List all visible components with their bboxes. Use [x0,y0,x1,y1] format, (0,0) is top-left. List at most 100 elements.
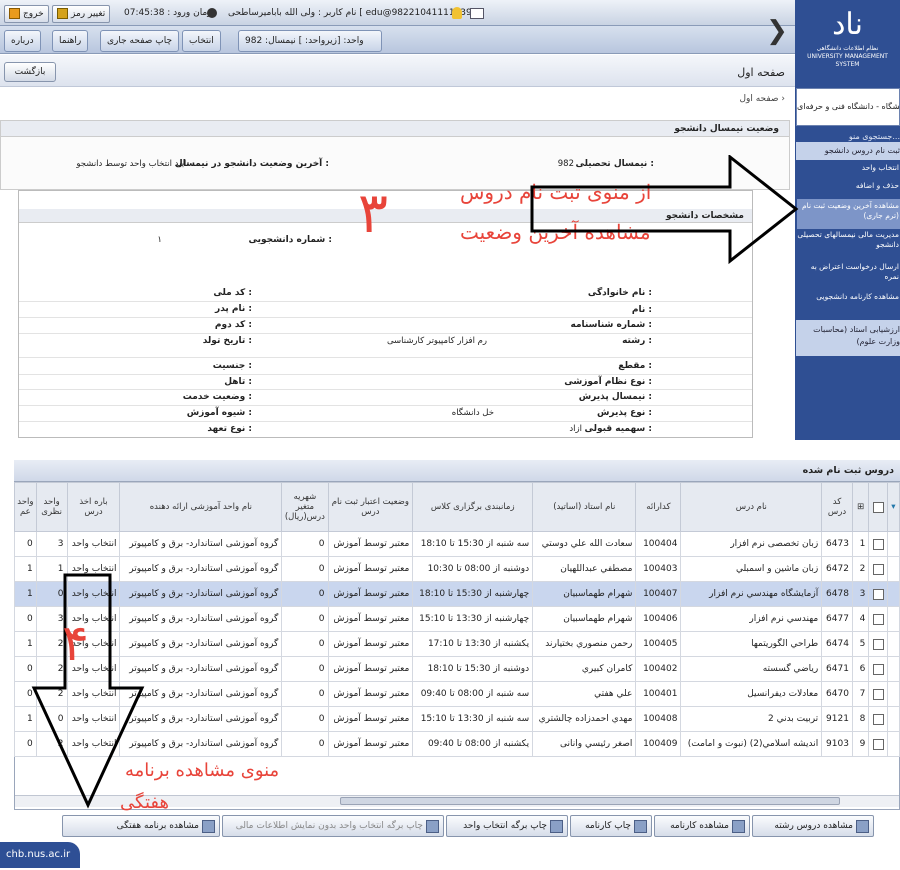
collapse-chevron-icon[interactable]: ❯ [766,16,788,46]
profile-left-label: جنسیت : [212,361,252,371]
row-checkbox [868,706,888,732]
sidebar-item-grade-appeal[interactable]: ارسال درخواست اعتراض به نمره [797,262,900,282]
header-take-type[interactable]: باره اخذ درس [66,482,121,532]
profile-right-label: نام خانوادگی : [587,288,652,298]
course-name: معادلات ديفرانسيل [680,681,823,707]
row-checkbox-icon[interactable] [872,588,884,600]
header-tuition[interactable]: شهریه متغیر درس(ریال) [281,482,329,532]
practical-units: 0 [14,531,37,557]
row-checkbox-icon[interactable] [872,563,884,575]
header-theory-units[interactable]: واحد نظری [35,482,68,532]
change-password-button[interactable]: تغییر رمز [52,5,111,23]
print-selection-button[interactable]: چاپ برگه انتخاب واحد [446,815,568,837]
tab-print-page[interactable]: چاپ صفحه جاری [100,30,180,52]
header-sort[interactable]: ▾ [886,482,900,532]
mail-icon[interactable] [470,8,484,19]
tuition: 0 [281,731,329,757]
header-course-code[interactable]: کد درس [821,482,853,532]
sidebar-item-last-status[interactable]: مشاهده آخرین وضعیت ثبت نام (ترم جاری) [797,199,900,229]
tuition: 0 [281,631,329,657]
header-department[interactable]: نام واحد آموزشی ارائه دهنده [119,482,283,532]
offer-code: 100401 [635,681,682,707]
sidebar-item-course-selection[interactable]: انتخاب واحد [797,163,900,173]
exit-icon [9,8,20,19]
teacher-name: مهدي احمدزاده چالشتري [532,706,637,732]
profile-left-label: شیوه آموزش : [186,408,252,418]
back-button[interactable]: بازگشت [4,62,56,82]
registration-status: معتبر توسط آموزش [327,631,414,657]
course-name: رياضي گسسته [680,656,823,682]
row-checkbox-icon[interactable] [872,713,884,725]
profile-right-label: مقطع : [618,361,652,371]
row-checkbox [868,606,888,632]
tab-about[interactable]: درباره [4,30,41,52]
tab-select[interactable]: انتخاب [182,30,221,52]
profile-left-label: وضعیت خدمت : [182,392,252,402]
row-checkbox [868,556,888,582]
header-teacher[interactable]: نام استاد (اساتید) [532,482,637,532]
login-time: زمان ورود : 07:45:38 [124,8,212,18]
row-spacer [886,706,900,732]
header-practical-units[interactable]: واحد عم [14,482,37,532]
class-schedule: یکشنبه از 13:30 تا 17:10 [412,631,534,657]
table-row[interactable]: 1 6473 زبان تخصصی نرم افزار 100404 سعادت الل… [14,531,900,557]
view-transcript-button[interactable]: مشاهده کارنامه [654,815,750,837]
row-checkbox-icon[interactable] [872,538,884,550]
checkbox-icon [872,501,884,513]
logo-mark: ناد [832,7,863,42]
view-weekly-schedule-button[interactable]: مشاهده برنامه هفتگی [62,815,220,837]
header-status[interactable]: وضعیت اعتبار ثبت نام درس [327,482,414,532]
menu-head-evaluation[interactable]: ارزشیابی استاد (محاسبات وزارت علوم) [796,320,900,356]
tab-help[interactable]: راهنما [52,30,89,52]
exit-button[interactable]: خروج [4,5,49,23]
registration-status: معتبر توسط آموزش [327,656,414,682]
field-value: رم افزار کامپیوتر کارشناسی [386,336,487,346]
theory-units: 3 [35,531,68,557]
row-number: 1 [851,531,870,557]
tuition: 0 [281,606,329,632]
profile-right-label: نوع پذیرش : [596,408,652,418]
row-checkbox-icon[interactable] [872,613,884,625]
course-name: آزمایشگاه مهندسي نرم افزار [680,581,823,607]
header-course-name[interactable]: نام درس [680,482,823,532]
teacher-name: علي هفتي [532,681,637,707]
tuition: 0 [281,656,329,682]
breadcrumb[interactable]: صفحه اول › [660,94,785,104]
row-checkbox-icon[interactable] [872,688,884,700]
course-code: 6477 [821,606,853,632]
row-checkbox-icon[interactable] [872,638,884,650]
view-major-courses-button[interactable]: مشاهده دروس رشته [752,815,874,837]
profile-left-label: تاریخ تولد : [202,336,252,346]
sidebar-item-transcript[interactable]: مشاهده کارنامه دانشجویی [797,292,900,302]
header-offer-code[interactable]: کدارائه [635,482,682,532]
print-transcript-button[interactable]: چاپ کارنامه [570,815,652,837]
profile-left-label: تاهل : [224,377,252,387]
offer-code: 100402 [635,656,682,682]
top-bar: خروج تغییر رمز زمان ورود : 07:45:38 نام … [0,0,795,26]
teacher-name: شهرام طهماسبيان [532,606,637,632]
header-schedule[interactable]: زمانبندی برگزاری کلاس [412,482,534,532]
header-columns-icon[interactable]: ⊞ [851,482,870,532]
sidebar-item-add-drop[interactable]: حذف و اضافه [797,181,900,191]
header-select-all[interactable] [868,482,888,532]
tuition: 0 [281,531,329,557]
profile-right-label: رشته : [622,336,652,346]
sidebar-item-financial[interactable]: مدیریت مالی نیمسالهای تحصیلی دانشجو [797,230,900,250]
profile-left-label: کد ملی : [213,288,252,298]
scrollbar-thumb[interactable] [340,797,840,805]
status-value: تایید انتخاب واحد توسط دانشجو [76,159,189,169]
menu-head-registration[interactable]: ثبت نام دروس دانشجو [796,142,900,160]
print-selection-no-finance-button[interactable]: چاپ برگه انتخاب واحد بدون نمایش اطلاعات … [222,815,444,837]
row-checkbox [868,531,888,557]
row-checkbox-icon[interactable] [872,663,884,675]
course-code: 6471 [821,656,853,682]
step-4-text-2: هفتگی [120,792,169,813]
page-header [0,55,795,87]
row-number: 9 [851,731,870,757]
teacher-name: كامران كبيري [532,656,637,682]
row-spacer [886,531,900,557]
university-name: دانشگاه - دانشگاه فنی و حرفه‌ای [796,88,900,126]
clock-icon [207,8,217,18]
profile-left-label: کد دوم : [214,320,252,330]
row-checkbox-icon[interactable] [872,738,884,750]
